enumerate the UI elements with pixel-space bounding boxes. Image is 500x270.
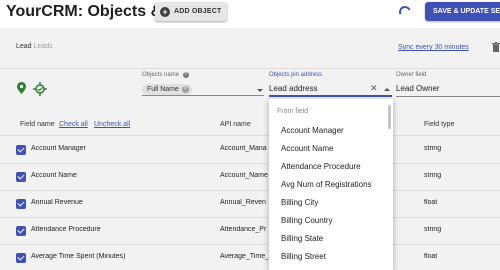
field-type: float bbox=[424, 253, 438, 260]
col-api-name: API name bbox=[220, 121, 251, 128]
dropdown-group-header: From field bbox=[277, 108, 309, 115]
filter-row: Objects name ? Full Name × Objects pin a… bbox=[0, 69, 500, 109]
field-name: Average Time Spent (Minutes) bbox=[31, 253, 126, 260]
col-field-type: Field type bbox=[424, 121, 455, 128]
chevron-down-icon[interactable] bbox=[257, 89, 263, 92]
checkbox-checked-icon[interactable] bbox=[16, 253, 26, 263]
fields-table: Field name Check all Uncheck all API nam… bbox=[0, 109, 500, 270]
checkbox-checked-icon[interactable] bbox=[16, 226, 26, 236]
api-name: Account_Name bbox=[220, 172, 268, 179]
dropdown-option[interactable]: Billing Country bbox=[281, 216, 333, 225]
field-type: string bbox=[424, 226, 442, 233]
dropdown-scrollbar[interactable] bbox=[388, 105, 391, 129]
add-object-label: ADD OBJECT bbox=[174, 8, 222, 15]
trash-icon[interactable] bbox=[492, 42, 500, 52]
field-type: string bbox=[424, 145, 442, 152]
field-name: Annual Revenue bbox=[31, 199, 83, 206]
dropdown-option[interactable]: Account Manager bbox=[281, 126, 344, 135]
dropdown-option[interactable]: Billing Street bbox=[281, 252, 326, 261]
dropdown-option[interactable]: Attendance Procedure bbox=[281, 162, 361, 171]
object-label: Lead Leads bbox=[16, 43, 53, 50]
owner-field-input[interactable]: Lead Owner bbox=[396, 82, 500, 97]
location-pin-icon[interactable] bbox=[17, 82, 26, 94]
table-row: Account Manager Account_Mana string bbox=[0, 137, 500, 164]
api-name: Annual_Reven bbox=[220, 199, 266, 206]
dropdown-option[interactable]: Billing State bbox=[281, 234, 323, 243]
object-panel: Lead Leads Sync every 30 minutes Objects… bbox=[0, 28, 500, 270]
help-icon[interactable]: ? bbox=[182, 72, 189, 78]
objects-name-chip[interactable]: Full Name × bbox=[142, 84, 192, 95]
field-name: Account Name bbox=[31, 172, 77, 179]
api-name: Account_Mana bbox=[220, 145, 267, 152]
dropdown-option[interactable]: Account Name bbox=[281, 144, 333, 153]
table-row: Average Time Spent (Minutes) Average_Tim… bbox=[0, 245, 500, 270]
table-row: Account Name Account_Name string bbox=[0, 164, 500, 191]
dropdown-option[interactable]: Avg Num of Registrations bbox=[281, 180, 372, 189]
spinner-icon bbox=[397, 4, 413, 20]
api-name: Attendance_Pr bbox=[220, 226, 267, 233]
table-row: Attendance Procedure Attendance_Pr strin… bbox=[0, 218, 500, 245]
check-all-link[interactable]: Check all bbox=[59, 121, 88, 128]
table-row: Annual Revenue Annual_Reven float bbox=[0, 191, 500, 218]
plus-circle-icon: + bbox=[160, 6, 170, 17]
field-name: Attendance Procedure bbox=[31, 226, 101, 233]
checkbox-checked-icon[interactable] bbox=[16, 145, 26, 155]
table-header: Field name Check all Uncheck all API nam… bbox=[0, 109, 500, 136]
owner-field-label: Owner field bbox=[396, 72, 427, 78]
close-icon[interactable]: × bbox=[181, 86, 189, 93]
api-name: Average_Time_ bbox=[220, 253, 268, 260]
pin-address-dropdown: From field Account Manager Account Name … bbox=[269, 99, 393, 270]
app-header: YourCRM: Objects & fields + ADD OBJECT S… bbox=[0, 0, 500, 27]
checkbox-checked-icon[interactable] bbox=[16, 199, 26, 209]
col-field-name: Field name bbox=[20, 121, 55, 128]
checkbox-checked-icon[interactable] bbox=[16, 172, 26, 182]
pin-address-label: Objects pin address bbox=[269, 72, 323, 78]
sync-link[interactable]: Sync every 30 minutes bbox=[398, 44, 469, 51]
add-object-button[interactable]: + ADD OBJECT bbox=[155, 2, 227, 21]
chevron-up-icon[interactable] bbox=[384, 88, 390, 91]
chip-label: Full Name bbox=[147, 86, 179, 93]
uncheck-all-link[interactable]: Uncheck all bbox=[94, 121, 130, 128]
dropdown-option[interactable]: Billing City bbox=[281, 198, 318, 207]
object-name: Lead bbox=[16, 43, 32, 50]
objects-name-label: Objects name ? bbox=[142, 72, 189, 78]
close-icon[interactable]: ✕ bbox=[370, 83, 378, 94]
field-name: Account Manager bbox=[31, 145, 86, 152]
crosshair-icon[interactable] bbox=[33, 82, 47, 96]
save-update-button[interactable]: SAVE & UPDATE SET bbox=[425, 2, 500, 21]
object-subtitle: Leads bbox=[33, 43, 53, 50]
field-type: string bbox=[424, 172, 442, 179]
object-row: Lead Leads Sync every 30 minutes bbox=[0, 28, 500, 66]
field-type: float bbox=[424, 199, 438, 206]
